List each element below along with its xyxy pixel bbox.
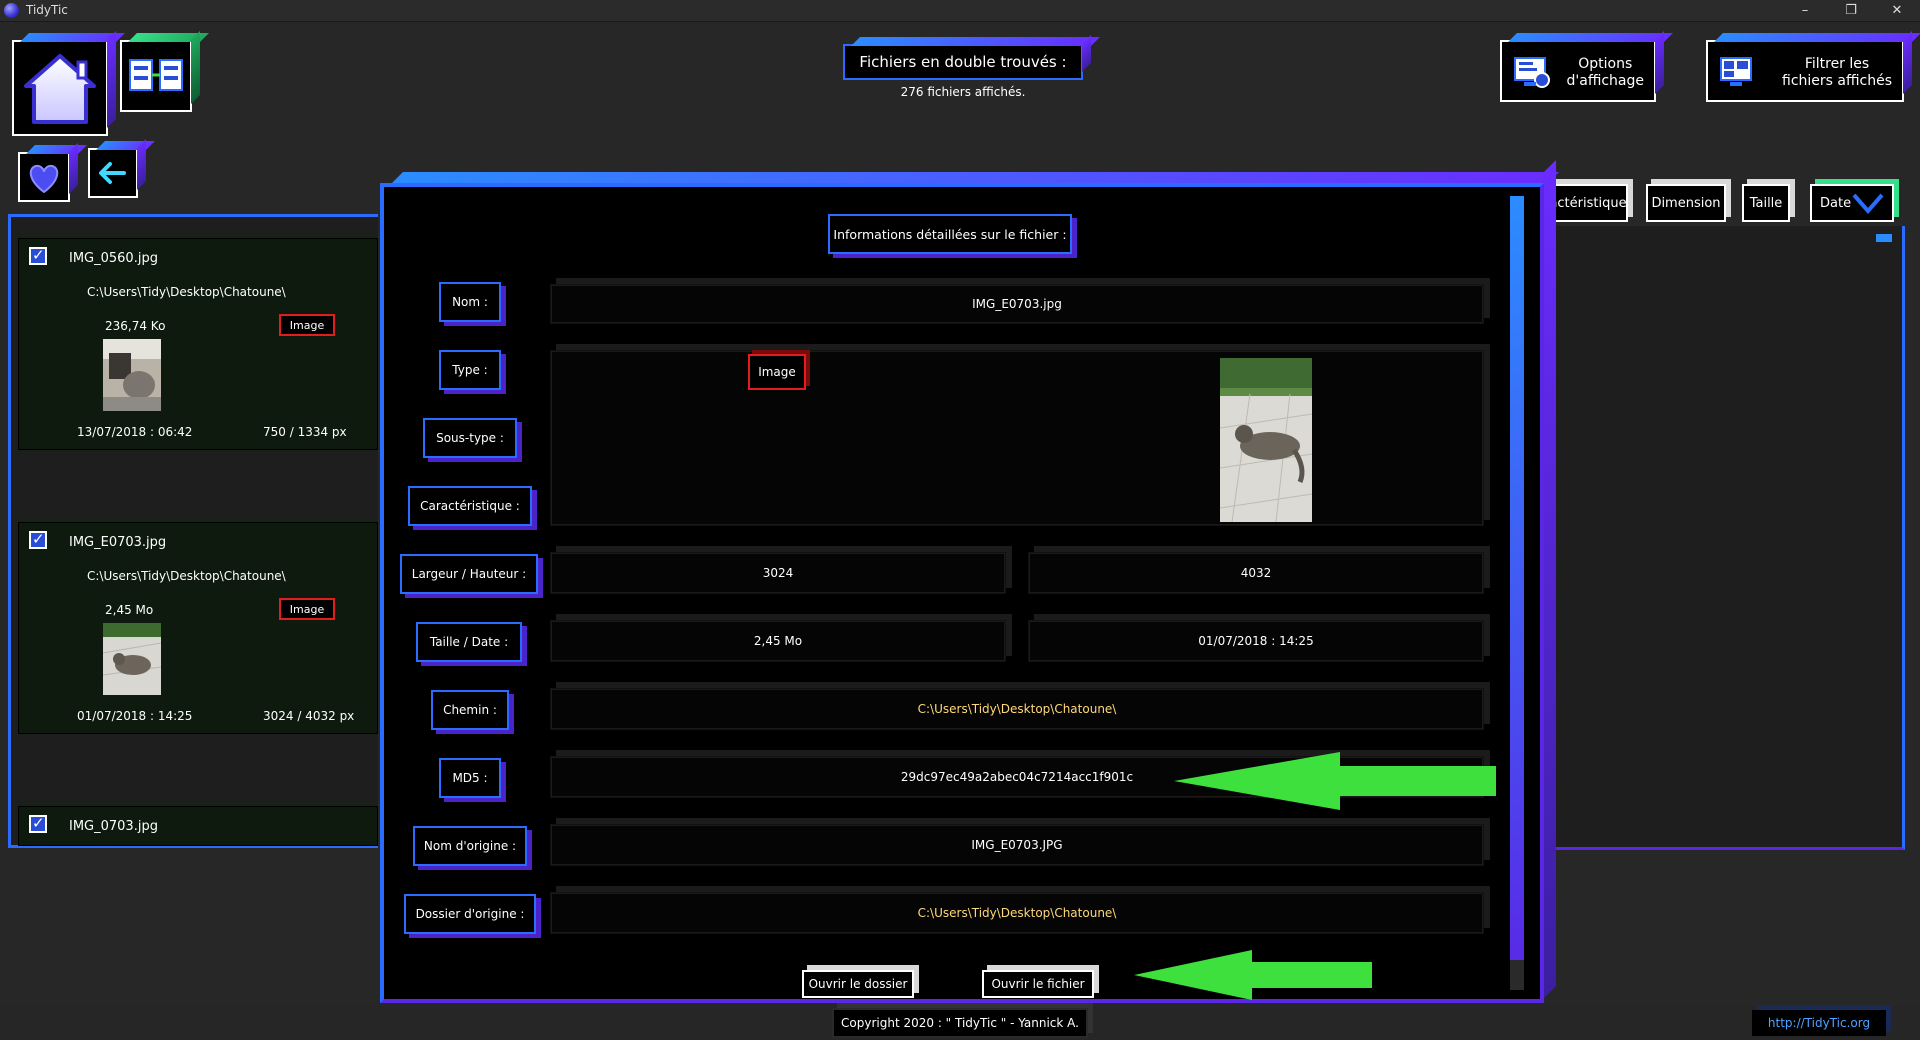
window-title: TidyTic: [26, 3, 68, 17]
back-button[interactable]: [88, 148, 138, 198]
open-file-button[interactable]: Ouvrir le fichier: [982, 970, 1094, 998]
home-icon: [24, 54, 96, 124]
file-date: 01/07/2018 : 14:25: [77, 709, 193, 723]
value-largeur: 3024: [550, 552, 1006, 594]
modal-side-edge: [1544, 160, 1556, 998]
compare-icon: [129, 59, 183, 91]
file-path: C:\Users\Tidy\Desktop\Chatoune\: [87, 569, 286, 583]
open-folder-button[interactable]: Ouvrir le dossier: [802, 970, 914, 998]
display-settings-icon: [1514, 57, 1550, 88]
compare-button[interactable]: [120, 40, 192, 112]
close-button[interactable]: ✕: [1874, 0, 1920, 22]
heart-icon: [29, 164, 59, 194]
file-dimensions: 3024 / 4032 px: [263, 709, 355, 723]
value-hauteur: 4032: [1028, 552, 1484, 594]
modal-scrollbar[interactable]: [1510, 196, 1524, 990]
home-button[interactable]: [12, 40, 108, 136]
value-nom: IMG_E0703.jpg: [550, 284, 1484, 324]
restore-button[interactable]: ❐: [1828, 0, 1874, 22]
value-dossier-origine[interactable]: C:\Users\Tidy\Desktop\Chatoune\: [550, 892, 1484, 934]
file-type-badge: Image: [279, 314, 335, 336]
file-date: 13/07/2018 : 06:42: [77, 425, 193, 439]
label-dossier-origine: Dossier d'origine :: [404, 894, 536, 934]
page-title: Fichiers en double trouvés :: [843, 44, 1083, 80]
file-thumbnail[interactable]: [103, 623, 161, 695]
display-options-button[interactable]: Options d'affichage: [1500, 40, 1656, 102]
favorites-button[interactable]: [18, 152, 70, 202]
app-window: TidyTic – ❐ ✕ Fichiers en double trouvés: [0, 0, 1920, 1040]
label-nom-origine: Nom d'origine :: [413, 826, 527, 866]
file-size: 2,45 Mo: [105, 603, 154, 617]
file-size: 236,74 Ko: [105, 319, 166, 333]
file-dimensions: 750 / 1334 px: [263, 425, 347, 439]
value-nom-origine: IMG_E0703.JPG: [550, 824, 1484, 866]
label-chemin: Chemin :: [431, 690, 509, 730]
label-caracteristique: Caractéristique :: [408, 486, 532, 526]
file-type-badge: Image: [279, 598, 335, 620]
sort-tab-date[interactable]: Date: [1810, 184, 1894, 222]
sort-tab-date-label: Date: [1820, 195, 1852, 211]
value-chemin[interactable]: C:\Users\Tidy\Desktop\Chatoune\: [550, 688, 1484, 730]
filter-files-button[interactable]: Filtrer les fichiers affichés: [1706, 40, 1904, 102]
arrow-left-icon: [99, 162, 126, 184]
file-checkbox[interactable]: [29, 814, 47, 833]
annotation-arrow-open-file: [1134, 950, 1372, 1000]
file-card[interactable]: IMG_0703.jpg: [18, 806, 378, 846]
right-list-panel: [1545, 226, 1905, 850]
value-date: 01/07/2018 : 14:25: [1028, 620, 1484, 662]
file-card[interactable]: IMG_E0703.jpg C:\Users\Tidy\Desktop\Chat…: [18, 522, 378, 734]
display-options-label: Options d'affichage: [1566, 56, 1645, 89]
label-type: Type :: [439, 350, 501, 390]
label-md5: MD5 :: [439, 758, 501, 798]
file-checkbox[interactable]: [29, 246, 47, 265]
filter-files-icon: [1720, 57, 1752, 86]
title-bar: TidyTic – ❐ ✕: [0, 0, 1920, 22]
file-preview-image[interactable]: [1220, 358, 1312, 522]
copyright-text: Copyright 2020 : " TidyTic " - Yannick A…: [832, 1008, 1088, 1038]
app-logo-icon: [4, 3, 19, 18]
modal-scrollbar-track[interactable]: [1510, 960, 1524, 990]
file-name: IMG_0703.jpg: [69, 819, 158, 834]
files-count-text: 276 fichiers affichés.: [900, 85, 1026, 99]
file-thumbnail[interactable]: [103, 339, 161, 411]
file-checkbox[interactable]: [29, 530, 47, 549]
file-path: C:\Users\Tidy\Desktop\Chatoune\: [87, 285, 286, 299]
website-link[interactable]: http://TidyTic.org: [1752, 1010, 1886, 1036]
value-type-badge: Image: [748, 354, 806, 390]
scrollbar-thumb[interactable]: [1876, 234, 1892, 242]
filter-files-label: Filtrer les fichiers affichés: [1782, 56, 1892, 89]
sort-tab-caracteristique[interactable]: actéristique: [1548, 184, 1628, 222]
label-largeur-hauteur: Largeur / Hauteur :: [400, 554, 538, 594]
minimize-button[interactable]: –: [1782, 0, 1828, 22]
sort-tab-dimension[interactable]: Dimension: [1646, 184, 1726, 222]
chevron-down-icon: [1852, 193, 1884, 214]
value-taille: 2,45 Mo: [550, 620, 1006, 662]
label-nom: Nom :: [439, 282, 501, 322]
file-name: IMG_0560.jpg: [69, 251, 158, 266]
file-name: IMG_E0703.jpg: [69, 535, 167, 550]
file-card[interactable]: IMG_0560.jpg C:\Users\Tidy\Desktop\Chato…: [18, 238, 378, 450]
sort-tab-taille[interactable]: Taille: [1742, 184, 1790, 222]
type-preview-area: [550, 350, 1484, 526]
annotation-arrow-md5: [1174, 752, 1496, 810]
label-sous-type: Sous-type :: [423, 418, 517, 458]
label-taille-date: Taille / Date :: [416, 622, 522, 662]
modal-title: Informations détaillées sur le fichier :: [828, 214, 1072, 254]
modal-top-edge: [392, 172, 1559, 183]
